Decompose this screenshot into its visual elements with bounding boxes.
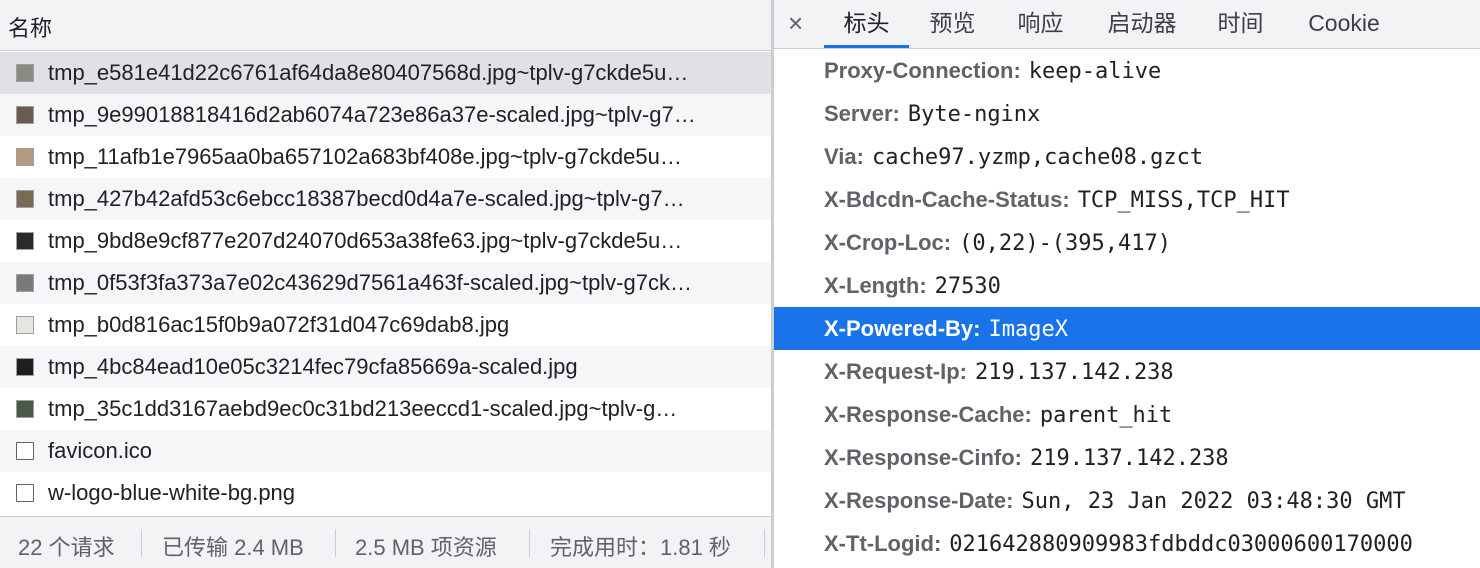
image-thumbnail-icon — [16, 400, 34, 418]
request-row[interactable]: tmp_9e99018818416d2ab6074a723e86a37e-sca… — [0, 94, 771, 136]
image-thumbnail-icon — [16, 358, 34, 376]
image-thumbnail-icon — [16, 232, 34, 250]
header-value: 219.137.142.238 — [975, 360, 1174, 385]
request-row[interactable]: tmp_e581e41d22c6761af64da8e80407568d.jpg… — [0, 52, 771, 94]
header-key: X-Tt-Logid: — [824, 531, 942, 556]
divider — [764, 529, 765, 557]
request-name: tmp_b0d816ac15f0b9a072f31d047c69dab8.jpg — [48, 312, 510, 337]
tab-timing[interactable]: 时间 — [1202, 0, 1279, 48]
header-value: Sun, 23 Jan 2022 03:48:30 GMT — [1021, 489, 1406, 514]
header-key: Server: — [824, 101, 900, 126]
request-row[interactable]: tmp_0f53f3fa373a7e02c43629d7561a463f-sca… — [0, 262, 771, 304]
close-icon[interactable]: × — [788, 8, 803, 39]
header-key: X-Request-Ip: — [824, 359, 967, 384]
request-detail-pane: × 标头 预览 响应 启动器 时间 Cookie Proxy-Connectio… — [774, 0, 1480, 568]
name-column-label: 名称 — [8, 16, 53, 41]
request-name: favicon.ico — [48, 438, 152, 463]
tab-headers[interactable]: 标头 — [824, 0, 909, 48]
detail-tab-bar: × 标头 预览 响应 启动器 时间 Cookie — [774, 0, 1480, 49]
header-row[interactable]: Via: cache97.yzmp,cache08.gzct — [774, 135, 1480, 178]
header-key: X-Length: — [824, 273, 927, 298]
response-headers-list: Proxy-Connection: keep-alive Server: Byte-… — [774, 49, 1480, 565]
header-row[interactable]: Proxy-Connection: keep-alive — [774, 49, 1480, 92]
transferred-size: 已传输 2.4 MB — [162, 535, 304, 560]
header-row[interactable]: X-Crop-Loc: (0,22)-(395,417) — [774, 221, 1480, 264]
request-name: tmp_427b42afd53c6ebcc18387becd0d4a7e-sca… — [48, 186, 685, 211]
header-key: X-Bdcdn-Cache-Status: — [824, 187, 1070, 212]
header-row[interactable]: X-Response-Cache: parent_hit — [774, 393, 1480, 436]
tab-cookies[interactable]: Cookie — [1294, 0, 1394, 48]
header-value: ImageX — [988, 317, 1068, 342]
header-key: X-Response-Date: — [824, 488, 1014, 513]
header-value: 219.137.142.238 — [1030, 446, 1229, 471]
header-row[interactable]: X-Response-Date: Sun, 23 Jan 2022 03:48:3… — [774, 479, 1480, 522]
request-name: tmp_9bd8e9cf877e207d24070d653a38fe63.jpg… — [48, 228, 683, 253]
header-key: X-Crop-Loc: — [824, 230, 952, 255]
header-value: 021642880909983fdbddc03000600170000 — [949, 532, 1413, 557]
divider — [141, 529, 142, 557]
image-thumbnail-icon — [16, 64, 34, 82]
header-row[interactable]: X-Tt-Logid: 021642880909983fdbddc03000600… — [774, 522, 1480, 565]
document-icon — [16, 484, 34, 502]
request-name: tmp_35c1dd3167aebd9ec0c31bd213eeccd1-sca… — [48, 396, 678, 421]
header-value: TCP_MISS,TCP_HIT — [1077, 188, 1290, 213]
header-row-selected[interactable]: X-Powered-By: ImageX — [774, 307, 1480, 350]
request-list-pane: 名称 tmp_e581e41d22c6761af64da8e80407568d.… — [0, 0, 771, 568]
request-row[interactable]: tmp_4bc84ead10e05c3214fec79cfa85669a-sca… — [0, 346, 771, 388]
header-value: parent_hit — [1039, 403, 1173, 428]
finish-time: 完成用时：1.81 秒 — [550, 535, 731, 560]
image-thumbnail-icon — [16, 274, 34, 292]
name-column-header[interactable]: 名称 — [0, 0, 771, 51]
request-name: tmp_4bc84ead10e05c3214fec79cfa85669a-sca… — [48, 354, 578, 379]
tab-preview[interactable]: 预览 — [914, 0, 991, 48]
request-row[interactable]: tmp_9bd8e9cf877e207d24070d653a38fe63.jpg… — [0, 220, 771, 262]
header-key: Via: — [824, 144, 864, 169]
request-row[interactable]: tmp_427b42afd53c6ebcc18387becd0d4a7e-sca… — [0, 178, 771, 220]
resources-size: 2.5 MB 项资源 — [355, 535, 497, 560]
header-value: 27530 — [934, 274, 1001, 299]
request-name: w-logo-blue-white-bg.png — [48, 480, 296, 505]
tab-response[interactable]: 响应 — [1002, 0, 1079, 48]
divider — [529, 529, 530, 557]
request-row[interactable]: tmp_11afb1e7965aa0ba657102a683bf408e.jpg… — [0, 136, 771, 178]
request-name: tmp_11afb1e7965aa0ba657102a683bf408e.jpg… — [48, 144, 682, 169]
image-thumbnail-icon — [16, 316, 34, 334]
document-icon — [16, 442, 34, 460]
request-count: 22 个请求 — [18, 535, 115, 560]
header-row[interactable]: Server: Byte-nginx — [774, 92, 1480, 135]
request-row[interactable]: tmp_35c1dd3167aebd9ec0c31bd213eeccd1-sca… — [0, 388, 771, 430]
header-key: X-Response-Cache: — [824, 402, 1032, 427]
request-name: tmp_9e99018818416d2ab6074a723e86a37e-sca… — [48, 102, 696, 127]
image-thumbnail-icon — [16, 190, 34, 208]
image-thumbnail-icon — [16, 106, 34, 124]
request-name: tmp_0f53f3fa373a7e02c43629d7561a463f-sca… — [48, 270, 692, 295]
tab-initiator[interactable]: 启动器 — [1092, 0, 1192, 48]
request-name: tmp_e581e41d22c6761af64da8e80407568d.jpg… — [48, 60, 689, 85]
header-value: keep-alive — [1028, 59, 1162, 84]
header-row[interactable]: X-Bdcdn-Cache-Status: TCP_MISS,TCP_HIT — [774, 178, 1480, 221]
header-key: X-Powered-By: — [824, 316, 981, 341]
header-row[interactable]: X-Response-Cinfo: 219.137.142.238 — [774, 436, 1480, 479]
header-value: (0,22)-(395,417) — [959, 231, 1172, 256]
header-value: cache97.yzmp,cache08.gzct — [871, 145, 1204, 170]
divider — [335, 529, 336, 557]
request-row[interactable]: tmp_b0d816ac15f0b9a072f31d047c69dab8.jpg — [0, 304, 771, 346]
header-row[interactable]: X-Request-Ip: 219.137.142.238 — [774, 350, 1480, 393]
summary-bar: 22 个请求 已传输 2.4 MB 2.5 MB 项资源 完成用时：1.81 秒 — [0, 516, 771, 568]
request-row[interactable]: favicon.ico — [0, 430, 771, 472]
request-row[interactable]: w-logo-blue-white-bg.png — [0, 472, 771, 514]
header-row[interactable]: X-Length: 27530 — [774, 264, 1480, 307]
header-key: Proxy-Connection: — [824, 58, 1021, 83]
header-value: Byte-nginx — [907, 102, 1041, 127]
request-list: tmp_e581e41d22c6761af64da8e80407568d.jpg… — [0, 52, 771, 514]
image-thumbnail-icon — [16, 148, 34, 166]
header-key: X-Response-Cinfo: — [824, 445, 1022, 470]
